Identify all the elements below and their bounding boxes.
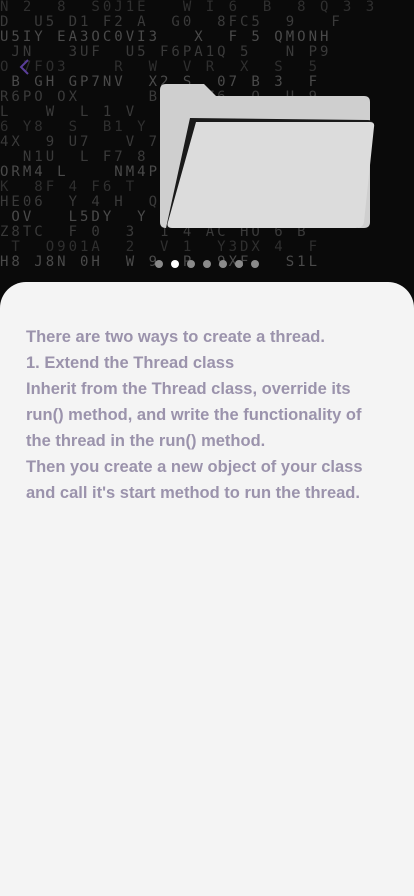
matrix-line: O 7FO3 R W V R X S 5 [0,59,321,75]
page-dot-active[interactable] [171,260,179,268]
paragraph-inherit: Inherit from the Thread class, override … [26,380,362,450]
page-indicator [0,260,414,270]
thread-explanation: There are two ways to create a thread. 1… [26,324,390,506]
folder-icon [160,84,375,228]
paragraph-start: Then you create a new object of your cla… [26,458,363,502]
matrix-line: N 2 8 S0J1E W I 6 B 8 Q 3 3 [0,0,378,15]
hero-banner: N 2 8 S0J1E W I 6 B 8 Q 3 3D U5 D1 F2 A … [0,0,414,300]
content-sheet: There are two ways to create a thread. 1… [0,282,414,896]
page-dot[interactable] [251,260,259,268]
matrix-line: U5IY EA3OC0VI3 X F 5 QMONH [0,29,332,45]
matrix-line: D U5 D1 F2 A G0 8FC5 9 F [0,14,343,30]
page-dot[interactable] [219,260,227,268]
paragraph-intro: There are two ways to create a thread. [26,328,325,346]
page-dot[interactable] [235,260,243,268]
page-dot[interactable] [187,260,195,268]
paragraph-heading: 1. Extend the Thread class [26,354,235,372]
page-dot[interactable] [155,260,163,268]
page-dot[interactable] [203,260,211,268]
matrix-line: T O901A 2 V 1 Y3DX 4 F [0,239,321,255]
matrix-line: JN 3UF U5 F6PA1Q 5 N P9 [0,44,332,60]
chevron-left-icon[interactable] [14,56,36,78]
